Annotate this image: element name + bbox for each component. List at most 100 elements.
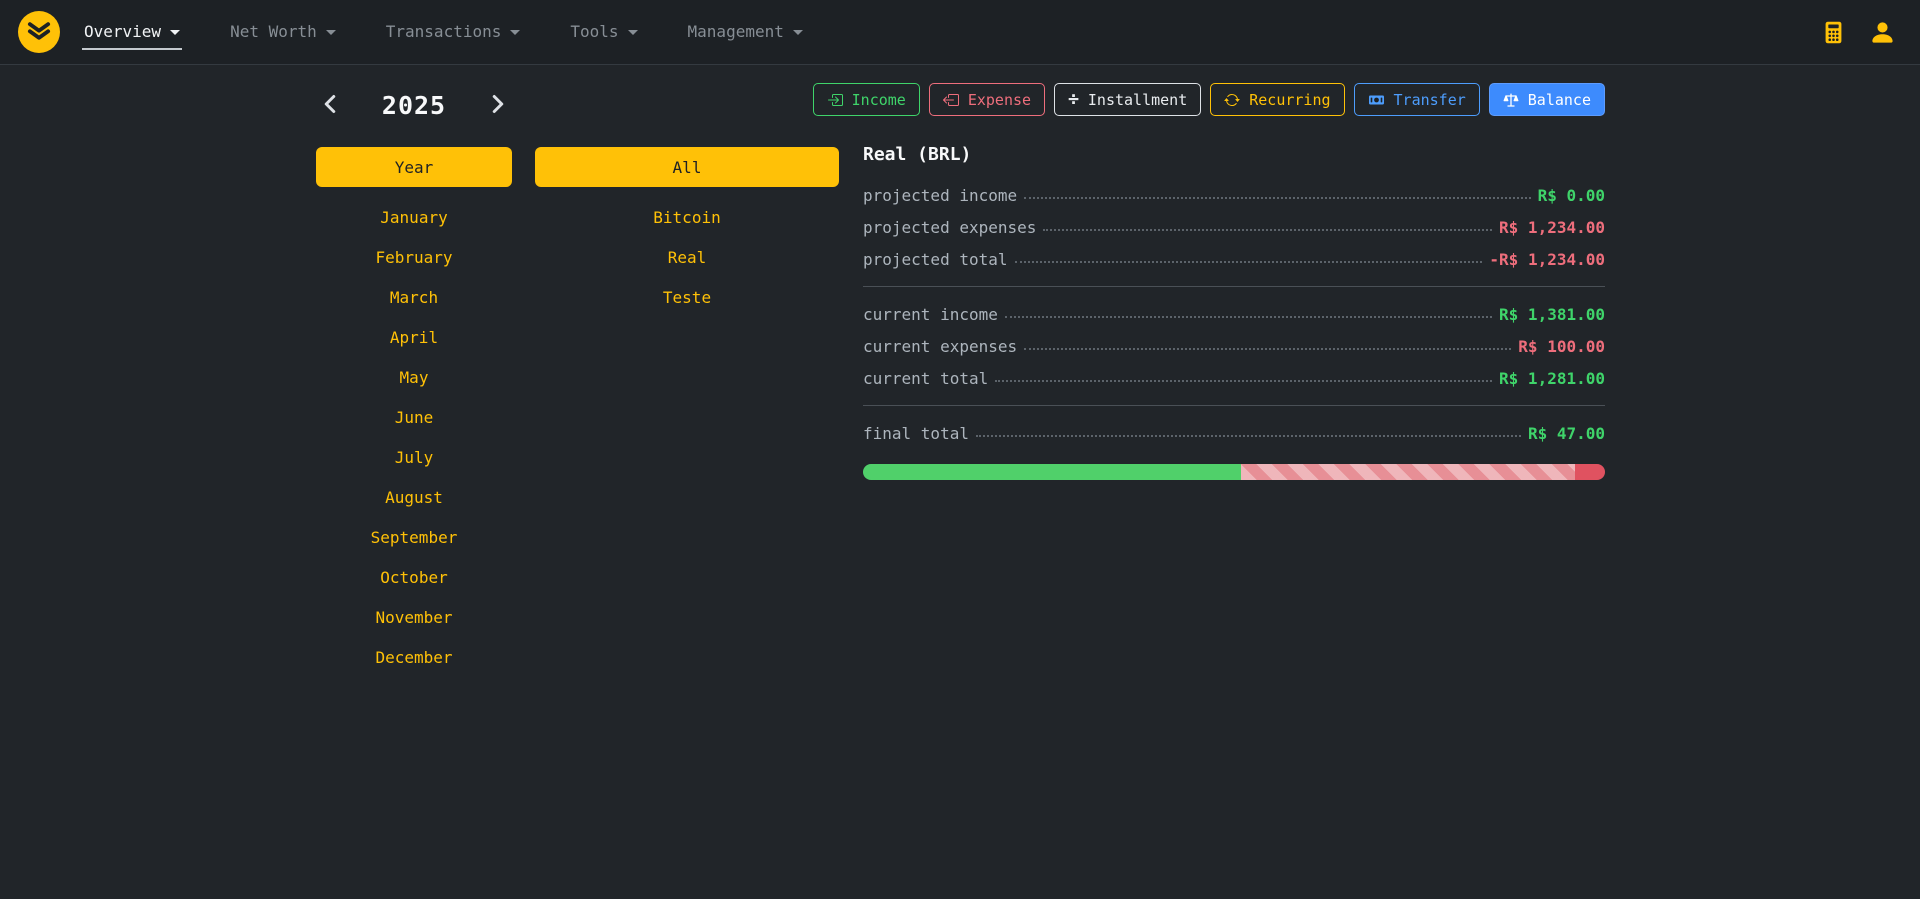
transaction-actions: Income Expense ÷ Installment Recurring <box>863 83 1605 116</box>
section-divider <box>863 286 1605 287</box>
account-item-real[interactable]: Real <box>535 237 839 277</box>
income-expense-progress-bar <box>863 464 1605 480</box>
app-logo[interactable] <box>18 11 60 53</box>
nav-item-overview[interactable]: Overview <box>82 14 182 50</box>
button-label: Transfer <box>1394 91 1466 109</box>
dotted-leader <box>1024 197 1530 199</box>
month-item-march[interactable]: March <box>316 277 512 317</box>
top-navbar: Overview Net Worth Transactions Tools Ma… <box>0 0 1920 65</box>
nav-label: Management <box>688 22 784 41</box>
chevron-down-icon <box>326 30 336 40</box>
summary-row-projected-expenses: projected expenses R$ 1,234.00 <box>863 211 1605 243</box>
button-label: Installment <box>1088 91 1187 109</box>
nav-item-tools[interactable]: Tools <box>568 14 639 50</box>
dotted-leader <box>995 380 1492 382</box>
dotted-leader <box>1015 261 1483 263</box>
account-item-teste[interactable]: Teste <box>535 277 839 317</box>
chevron-down-icon <box>510 30 520 40</box>
nav-label: Tools <box>570 22 618 41</box>
currency-section-title: Real (BRL) <box>863 144 1605 165</box>
nav-item-net-worth[interactable]: Net Worth <box>228 14 338 50</box>
row-label: current income <box>863 305 998 324</box>
user-profile-icon[interactable] <box>1869 19 1896 46</box>
scales-icon <box>1503 92 1519 108</box>
row-value: R$ 0.00 <box>1538 186 1605 205</box>
transfer-button[interactable]: Transfer <box>1354 83 1480 116</box>
month-item-august[interactable]: August <box>316 477 512 517</box>
progress-segment-striped-expense <box>1241 464 1576 480</box>
month-item-june[interactable]: June <box>316 397 512 437</box>
button-label: Expense <box>968 91 1031 109</box>
nav-label: Overview <box>84 22 161 41</box>
balance-button[interactable]: Balance <box>1489 83 1605 116</box>
current-year-label: 2025 <box>382 91 446 120</box>
chevron-down-icon <box>170 30 180 40</box>
month-item-november[interactable]: November <box>316 597 512 637</box>
cash-transfer-icon <box>1368 92 1385 108</box>
row-label: current total <box>863 369 988 388</box>
month-item-february[interactable]: February <box>316 237 512 277</box>
repeat-icon <box>1224 92 1240 108</box>
account-selector: All Bitcoin Real Teste <box>535 65 839 317</box>
summary-row-projected-income: projected income R$ 0.00 <box>863 179 1605 211</box>
expense-button[interactable]: Expense <box>929 83 1045 116</box>
summary-row-current-expenses: current expenses R$ 100.00 <box>863 330 1605 362</box>
main-nav: Overview Net Worth Transactions Tools Ma… <box>82 14 805 50</box>
row-value: R$ 1,281.00 <box>1499 369 1605 388</box>
section-divider <box>863 405 1605 406</box>
calculator-icon[interactable] <box>1822 21 1845 44</box>
month-item-july[interactable]: July <box>316 437 512 477</box>
next-year-button[interactable] <box>486 90 510 121</box>
month-list: January February March April May June Ju… <box>316 197 512 677</box>
chevron-down-icon <box>628 30 638 40</box>
nav-item-management[interactable]: Management <box>686 14 805 50</box>
chevron-right-icon <box>490 102 506 117</box>
dotted-leader <box>976 435 1521 437</box>
all-accounts-button[interactable]: All <box>535 147 839 187</box>
month-item-may[interactable]: May <box>316 357 512 397</box>
dotted-leader <box>1024 348 1511 350</box>
logo-wings-icon <box>26 17 52 47</box>
month-item-january[interactable]: January <box>316 197 512 237</box>
chevron-left-icon <box>322 102 338 117</box>
nav-label: Net Worth <box>230 22 317 41</box>
button-label: Recurring <box>1249 91 1330 109</box>
month-item-october[interactable]: October <box>316 557 512 597</box>
dotted-leader <box>1005 316 1492 318</box>
year-navigator: 2025 <box>316 84 512 126</box>
row-label: final total <box>863 424 969 443</box>
button-label: Balance <box>1528 91 1591 109</box>
row-value: -R$ 1,234.00 <box>1489 250 1605 269</box>
nav-item-transactions[interactable]: Transactions <box>384 14 523 50</box>
division-icon: ÷ <box>1068 91 1079 109</box>
month-item-september[interactable]: September <box>316 517 512 557</box>
month-item-april[interactable]: April <box>316 317 512 357</box>
progress-segment-expense <box>1575 464 1605 480</box>
period-selector: 2025 Year January February March April M… <box>316 65 512 677</box>
row-value: R$ 100.00 <box>1518 337 1605 356</box>
dotted-leader <box>1043 229 1492 231</box>
summary-row-final-total: final total R$ 47.00 <box>863 417 1605 449</box>
account-list: Bitcoin Real Teste <box>535 197 839 317</box>
recurring-button[interactable]: Recurring <box>1210 83 1344 116</box>
row-label: projected income <box>863 186 1017 205</box>
summary-panel: Income Expense ÷ Installment Recurring <box>863 65 1605 480</box>
main-content: 2025 Year January February March April M… <box>0 65 1920 898</box>
summary-row-current-total: current total R$ 1,281.00 <box>863 362 1605 394</box>
row-label: projected total <box>863 250 1008 269</box>
row-label: projected expenses <box>863 218 1036 237</box>
navbar-right <box>1822 19 1902 46</box>
row-value: R$ 1,234.00 <box>1499 218 1605 237</box>
box-arrow-in-icon <box>827 92 843 108</box>
account-item-bitcoin[interactable]: Bitcoin <box>535 197 839 237</box>
summary-rows: projected income R$ 0.00 projected expen… <box>863 179 1605 449</box>
summary-row-projected-total: projected total -R$ 1,234.00 <box>863 243 1605 275</box>
row-label: current expenses <box>863 337 1017 356</box>
box-arrow-out-icon <box>943 92 959 108</box>
progress-segment-income <box>863 464 1241 480</box>
installment-button[interactable]: ÷ Installment <box>1054 83 1201 116</box>
month-item-december[interactable]: December <box>316 637 512 677</box>
income-button[interactable]: Income <box>813 83 920 116</box>
year-button[interactable]: Year <box>316 147 512 187</box>
prev-year-button[interactable] <box>318 90 342 121</box>
